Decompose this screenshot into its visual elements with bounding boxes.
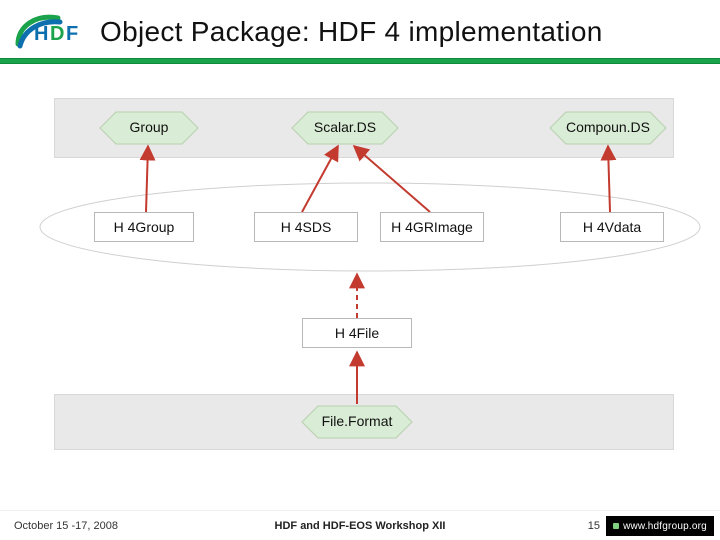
- footer-url-badge: www.hdfgroup.org: [606, 516, 714, 536]
- slide-title: Object Package: HDF 4 implementation: [100, 16, 603, 48]
- slide-footer: October 15 -17, 2008 HDF and HDF-EOS Wor…: [0, 510, 720, 540]
- node-h4file: H 4File: [302, 318, 412, 348]
- svg-text:D: D: [50, 23, 64, 45]
- file-format-band: [54, 394, 674, 450]
- svg-text:F: F: [66, 23, 78, 45]
- footer-page-number: 15: [588, 520, 600, 532]
- badge-dot-icon: [613, 523, 619, 529]
- header-rule-inner: [0, 59, 720, 63]
- hdf-logo-icon: H D F: [14, 10, 86, 50]
- svg-text:H: H: [34, 23, 48, 45]
- diagram-stage: Group Scalar.DS Compoun.DS File.Format: [0, 64, 720, 504]
- node-h4sds: H 4SDS: [254, 212, 358, 242]
- node-h4group: H 4Group: [94, 212, 194, 242]
- footer-url-text: www.hdfgroup.org: [623, 521, 707, 532]
- abstract-layer-band: [54, 98, 674, 158]
- node-h4grimage: H 4GRImage: [380, 212, 484, 242]
- slide: H D F Object Package: HDF 4 implementati…: [0, 0, 720, 540]
- node-h4vdata: H 4Vdata: [560, 212, 664, 242]
- slide-header: H D F Object Package: HDF 4 implementati…: [0, 0, 720, 62]
